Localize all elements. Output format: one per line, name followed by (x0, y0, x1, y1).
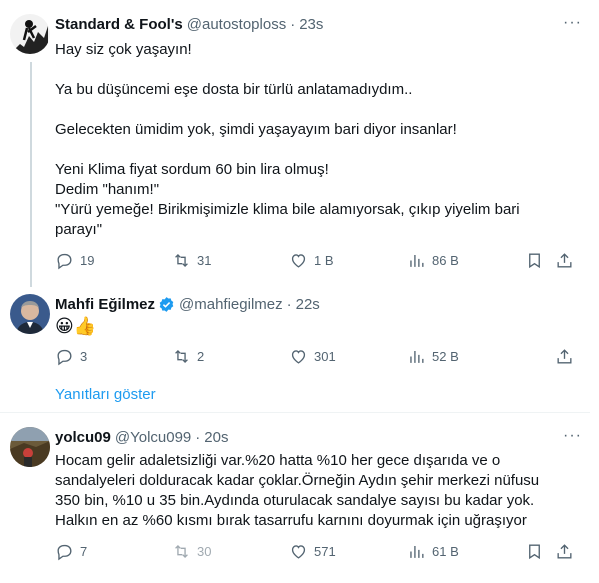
retweet-icon (175, 545, 188, 558)
author-handle[interactable]: @mahfiegilmez (179, 296, 283, 313)
separator-dot: · (286, 296, 292, 313)
reply-icon (57, 544, 72, 561)
retweet-count: 30 (197, 544, 212, 559)
bookmark-button[interactable] (525, 542, 544, 561)
retweet-icon (175, 254, 188, 267)
views-icon (410, 545, 424, 558)
retweet-button[interactable]: 30 (172, 542, 211, 561)
avatar-image (10, 427, 50, 467)
tweet-text: Hocam gelir adaletsizliği var.%20 hatta … (55, 452, 544, 529)
bookmark-icon (529, 253, 540, 269)
share-icon (557, 544, 572, 559)
like-count: 301 (314, 349, 336, 364)
like-button[interactable]: 1 B (289, 251, 334, 270)
heart-icon (291, 350, 306, 364)
avatar[interactable] (10, 294, 50, 334)
avatar-image (10, 14, 50, 54)
author-name[interactable]: Mahfi Eğilmez (55, 296, 155, 313)
reply-count: 3 (80, 349, 88, 364)
view-count: 52 B (432, 349, 459, 364)
separator-dot: · (195, 429, 201, 446)
heart-icon (291, 254, 306, 268)
bookmark-button[interactable] (525, 251, 544, 270)
author-handle[interactable]: @autostoploss (187, 16, 286, 33)
reply-button[interactable]: 19 (55, 251, 94, 270)
share-icon (557, 349, 572, 364)
share-button[interactable] (555, 347, 574, 366)
tweet-actions: 19 31 1 B 86 B (55, 251, 575, 271)
views-icon (410, 254, 424, 267)
tweet-2[interactable]: Mahfi Eğilmez @mahfiegilmez · 22s 😀👍 3 2… (0, 290, 590, 410)
more-options-icon[interactable]: ··· (563, 427, 582, 445)
share-button[interactable] (555, 251, 574, 270)
reply-button[interactable]: 3 (55, 347, 87, 366)
share-icon (557, 253, 572, 268)
views-button[interactable]: 86 B (407, 251, 459, 270)
reply-count: 19 (80, 253, 95, 268)
timestamp[interactable]: 22s (296, 296, 320, 313)
tweet-actions: 7 30 571 61 B (55, 542, 575, 562)
reply-icon (57, 253, 72, 270)
author-name[interactable]: Standard & Fool's (55, 16, 183, 33)
timestamp[interactable]: 20s (204, 429, 228, 446)
views-button[interactable]: 61 B (407, 542, 459, 561)
retweet-button[interactable]: 31 (172, 251, 211, 270)
view-count: 86 B (432, 253, 459, 268)
tweet-text: 😀👍 (55, 316, 97, 336)
retweet-button[interactable]: 2 (172, 347, 204, 366)
reply-count: 7 (80, 544, 88, 559)
retweet-count: 31 (197, 253, 212, 268)
views-button[interactable]: 52 B (407, 347, 459, 366)
avatar[interactable] (10, 14, 50, 54)
like-button[interactable]: 301 (289, 347, 336, 366)
tweet-3[interactable]: yolcu09 @Yolcu099 · 20s ··· Hocam gelir … (0, 413, 590, 583)
tweet-1[interactable]: Standard & Fool's @autostoploss · 23s ··… (0, 0, 590, 290)
bookmark-icon (529, 544, 540, 560)
view-count: 61 B (432, 544, 459, 559)
like-count: 571 (314, 544, 336, 559)
author-handle[interactable]: @Yolcu099 (115, 429, 191, 446)
tweet-text: Hay siz çok yaşayın! Ya bu düşüncemi eşe… (55, 41, 520, 238)
avatar[interactable] (10, 427, 50, 467)
avatar-image (10, 294, 50, 334)
tweet-actions: 3 2 301 52 B (55, 347, 575, 367)
reply-button[interactable]: 7 (55, 542, 87, 561)
heart-icon (291, 545, 306, 559)
separator-dot: · (290, 16, 296, 33)
share-button[interactable] (555, 542, 574, 561)
views-icon (410, 350, 424, 363)
like-button[interactable]: 571 (289, 542, 336, 561)
retweet-icon (175, 350, 188, 363)
show-replies-link[interactable]: Yanıtları göster (55, 386, 156, 403)
author-name[interactable]: yolcu09 (55, 429, 111, 446)
timestamp[interactable]: 23s (299, 16, 323, 33)
reply-icon (57, 349, 72, 366)
more-options-icon[interactable]: ··· (563, 14, 582, 32)
verified-badge-icon (159, 297, 174, 312)
retweet-count: 2 (197, 349, 205, 364)
like-count: 1 B (314, 253, 334, 268)
